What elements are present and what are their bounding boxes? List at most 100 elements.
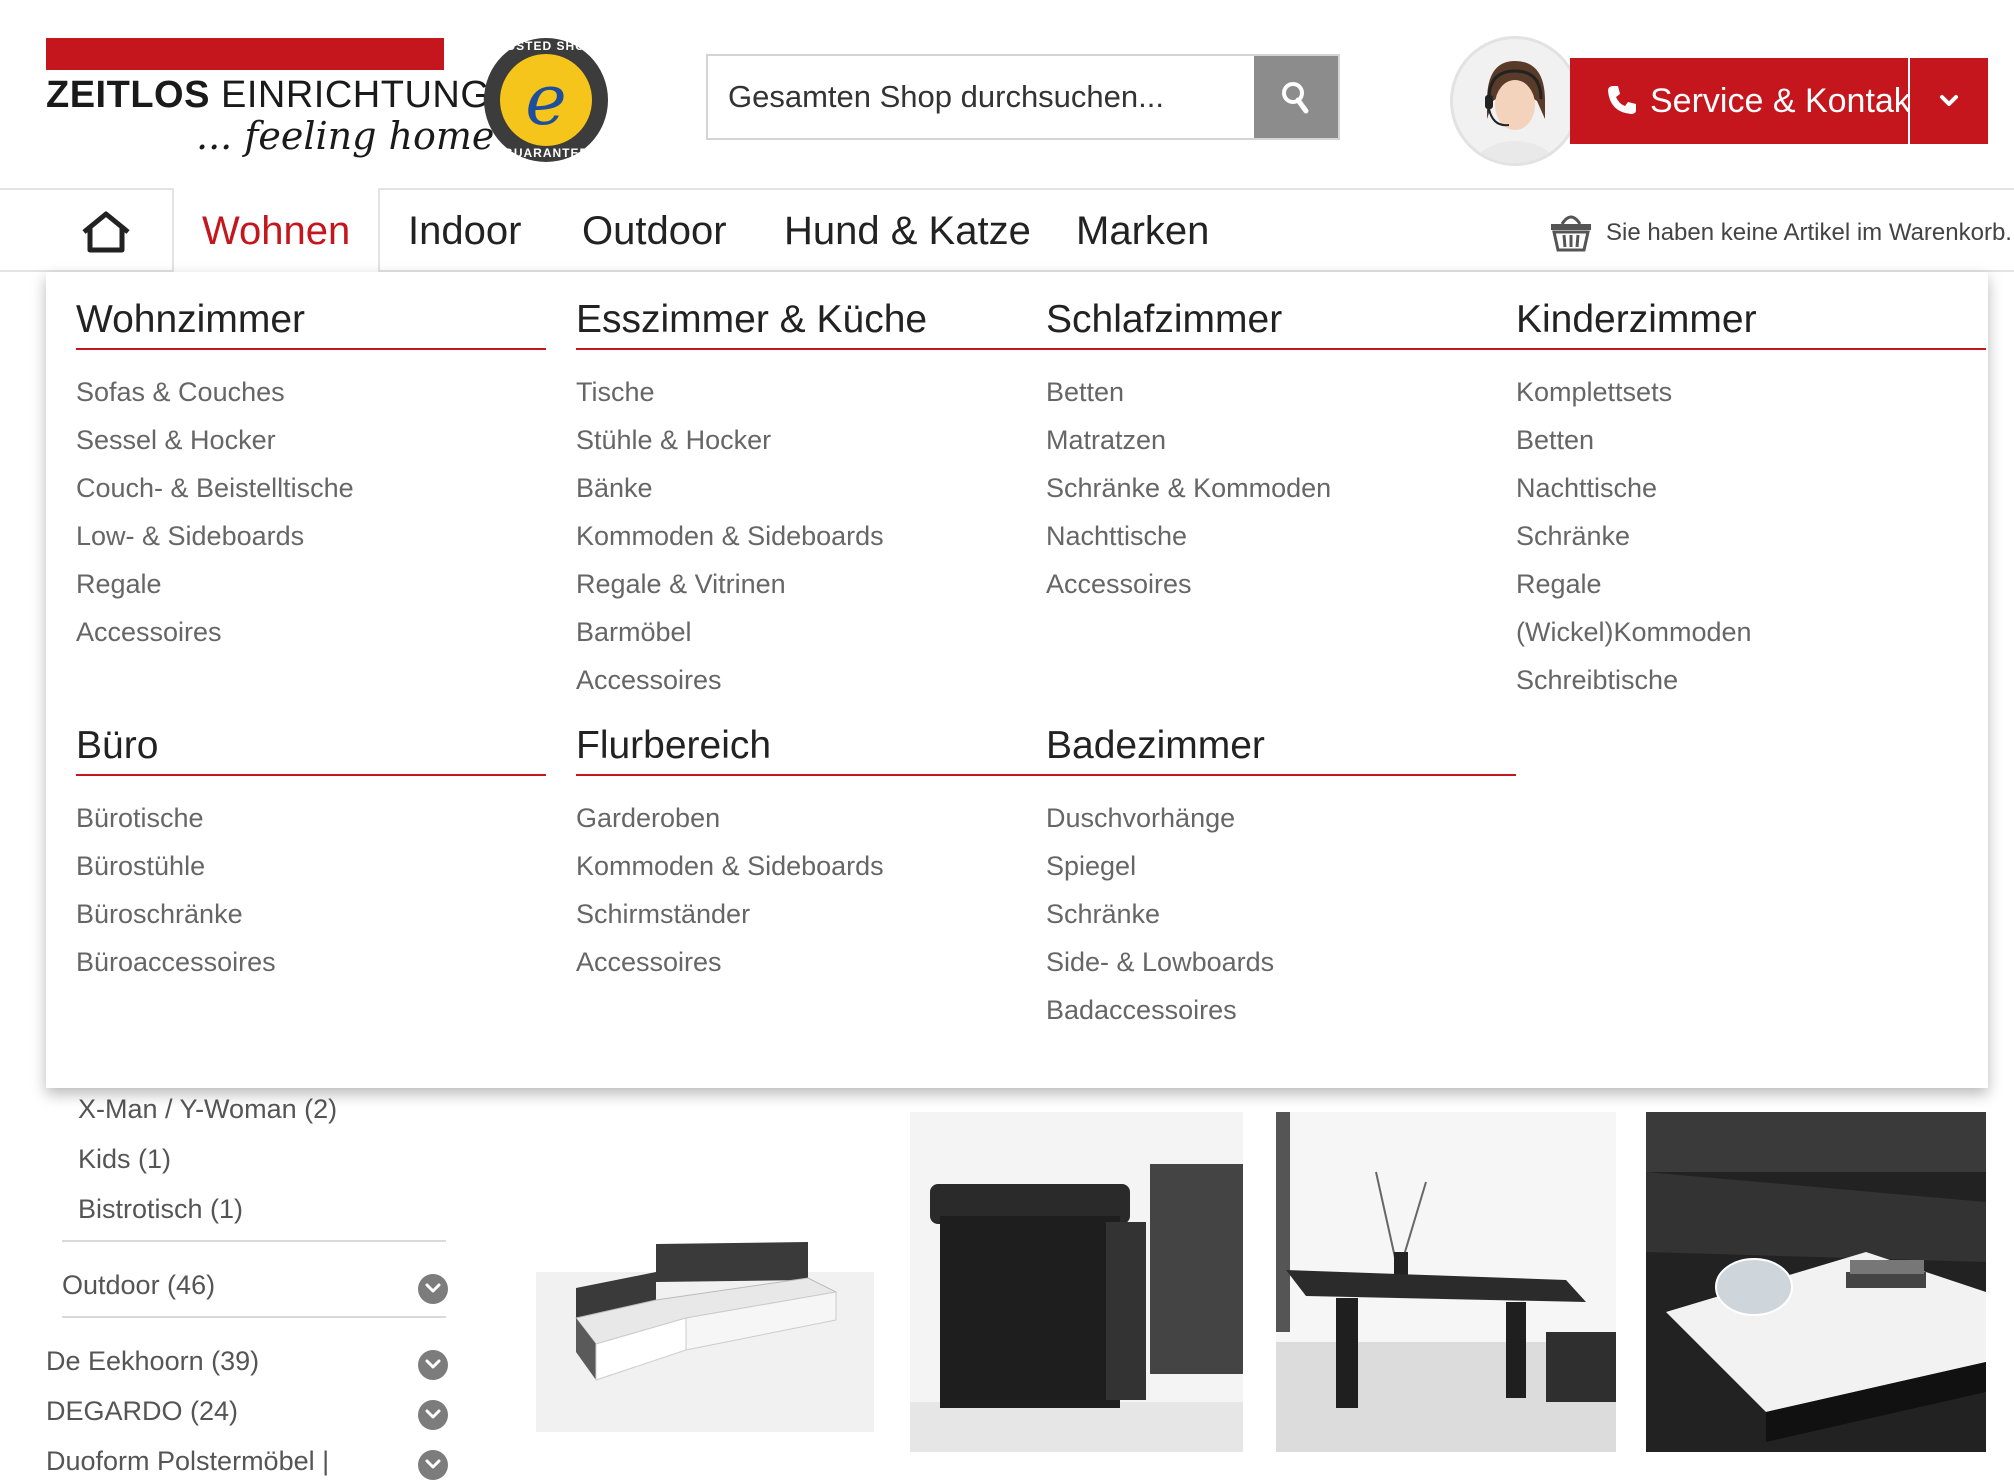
menu-link[interactable]: Tische [576,368,1046,416]
menu-link[interactable]: Accessoires [1046,560,1516,608]
menu-link[interactable]: Komplettsets [1516,368,1986,416]
product-image-stool[interactable] [910,1112,1243,1452]
menu-link[interactable]: Accessoires [576,656,1046,704]
nav-item-outdoor[interactable]: Outdoor [582,190,727,272]
menu-column-buero: Büro Bürotische Bürostühle Büroschränke … [76,722,546,986]
corner-bench-image [536,1112,874,1452]
sidebar-subitem[interactable]: Kids (1) [78,1144,171,1175]
chevron-down-icon [425,1459,441,1469]
trust-badge-bottom-text: GUARANTEE [503,146,589,160]
search-button[interactable] [1254,56,1338,138]
menu-link[interactable]: (Wickel)Kommoden [1516,608,1986,656]
menu-column-title[interactable]: Esszimmer & Küche [576,296,1046,350]
menu-link[interactable]: Kommoden & Sideboards [576,842,1046,890]
menu-link[interactable]: Regale [76,560,546,608]
sidebar-category-de-eekhoorn[interactable]: De Eekhoorn (39) [46,1346,446,1377]
menu-column-flurbereich: Flurbereich Garderoben Kommoden & Sidebo… [576,722,1046,986]
mini-cart[interactable]: Sie haben keine Artikel im Warenkorb. [1548,208,2012,258]
sidebar-category-label: De Eekhoorn (39) [46,1346,260,1376]
menu-link[interactable]: Sessel & Hocker [76,416,546,464]
menu-link[interactable]: Sofas & Couches [76,368,546,416]
sidebar-subitem[interactable]: Bistrotisch (1) [78,1194,243,1225]
sidebar-category-outdoor[interactable]: Outdoor (46) [62,1270,462,1301]
menu-link[interactable]: Barmöbel [576,608,1046,656]
menu-link[interactable]: Nachttische [1516,464,1986,512]
search-box [706,54,1340,140]
sidebar-subitem[interactable]: X-Man / Y-Woman (2) [78,1094,337,1125]
product-image-corner-bench[interactable] [536,1112,874,1452]
logo-tagline: ... feeling home [196,114,495,158]
menu-column-schlafzimmer: Schlafzimmer Betten Matratzen Schränke &… [1046,296,1516,608]
menu-column-title[interactable]: Schlafzimmer [1046,296,1516,350]
menu-link[interactable]: Accessoires [76,608,546,656]
menu-link[interactable]: Betten [1516,416,1986,464]
nav-home-button[interactable] [70,208,142,258]
menu-column-title[interactable]: Kinderzimmer [1516,296,1986,350]
service-dropdown-toggle[interactable] [1910,58,1988,144]
menu-link[interactable]: Kommoden & Sideboards [576,512,1046,560]
logo-red-bar [46,38,444,70]
menu-link[interactable]: Betten [1046,368,1516,416]
menu-link[interactable]: Side- & Lowboards [1046,938,1516,986]
dining-table-image [1276,1112,1616,1452]
product-image-dining-table[interactable] [1276,1112,1616,1452]
site-header: ZEITLOS EINRICHTUNG ... feeling home TRU… [0,0,2014,188]
sidebar-expand-duoform[interactable] [418,1450,448,1480]
chevron-down-icon [425,1283,441,1293]
sidebar-divider [62,1240,446,1242]
menu-link[interactable]: Duschvorhänge [1046,794,1516,842]
menu-link[interactable]: Garderoben [576,794,1046,842]
menu-column-title[interactable]: Büro [76,722,546,776]
menu-link[interactable]: Low- & Sideboards [76,512,546,560]
nav-item-indoor[interactable]: Indoor [408,190,521,272]
menu-link[interactable]: Bürotische [76,794,546,842]
home-icon [82,211,130,253]
sidebar-category-degardo[interactable]: DEGARDO (24) [46,1396,446,1427]
support-agent-icon [1471,61,1559,163]
menu-link[interactable]: Schränke & Kommoden [1046,464,1516,512]
chevron-down-icon [425,1359,441,1369]
chevron-down-icon [425,1409,441,1419]
product-image-coffee-table[interactable] [1646,1112,1986,1452]
nav-item-wohnen[interactable]: Wohnen [172,188,381,272]
menu-link[interactable]: Accessoires [576,938,1046,986]
sidebar-expand-outdoor[interactable] [418,1274,448,1304]
menu-link[interactable]: Schreibtische [1516,656,1986,704]
menu-column-kinderzimmer: Kinderzimmer Komplettsets Betten Nachtti… [1516,296,1986,704]
search-input[interactable] [708,56,1256,138]
nav-item-hund-katze[interactable]: Hund & Katze [784,190,1031,272]
menu-link[interactable]: Nachttische [1046,512,1516,560]
category-sidebar: X-Man / Y-Woman (2) Kids (1) Bistrotisch… [0,1088,460,1480]
sidebar-category-label: Outdoor (46) [62,1270,216,1300]
menu-link[interactable]: Matratzen [1046,416,1516,464]
menu-link[interactable]: Schirmständer [576,890,1046,938]
menu-link[interactable]: Büroaccessoires [76,938,546,986]
trusted-shops-badge[interactable]: TRUSTED SHOPS e GUARANTEE [484,38,608,162]
menu-link[interactable]: Spiegel [1046,842,1516,890]
menu-link[interactable]: Couch- & Beistelltische [76,464,546,512]
sidebar-expand-de-eekhoorn[interactable] [418,1350,448,1380]
logo-wordmark: ZEITLOS EINRICHTUNG [46,74,491,116]
menu-column-title[interactable]: Flurbereich [576,722,1046,776]
menu-link[interactable]: Bürostühle [76,842,546,890]
menu-link[interactable]: Schränke [1516,512,1986,560]
menu-link[interactable]: Büroschränke [76,890,546,938]
menu-column-title[interactable]: Badezimmer [1046,722,1516,776]
menu-column-esszimmer-kueche: Esszimmer & Küche Tische Stühle & Hocker… [576,296,1046,704]
menu-column-title[interactable]: Wohnzimmer [76,296,546,350]
menu-link[interactable]: Schränke [1046,890,1516,938]
nav-item-marken[interactable]: Marken [1076,190,1209,272]
menu-link[interactable]: Bänke [576,464,1046,512]
sidebar-category-label: Duoform Polstermöbel | [46,1446,330,1476]
trust-badge-seal: e [500,54,592,146]
menu-link[interactable]: Regale & Vitrinen [576,560,1046,608]
menu-link[interactable]: Stühle & Hocker [576,416,1046,464]
menu-link[interactable]: Regale [1516,560,1986,608]
service-contact-button[interactable]: Service & Kontakt [1570,58,1920,144]
cart-status-text: Sie haben keine Artikel im Warenkorb. [1606,219,2012,246]
trust-badge-top-text: TRUSTED SHOPS [488,39,604,53]
menu-link[interactable]: Badaccessoires [1046,986,1516,1034]
site-logo[interactable]: ZEITLOS EINRICHTUNG ... feeling home [46,38,494,164]
sidebar-expand-degardo[interactable] [418,1400,448,1430]
sidebar-category-duoform[interactable]: Duoform Polstermöbel | [46,1446,446,1477]
